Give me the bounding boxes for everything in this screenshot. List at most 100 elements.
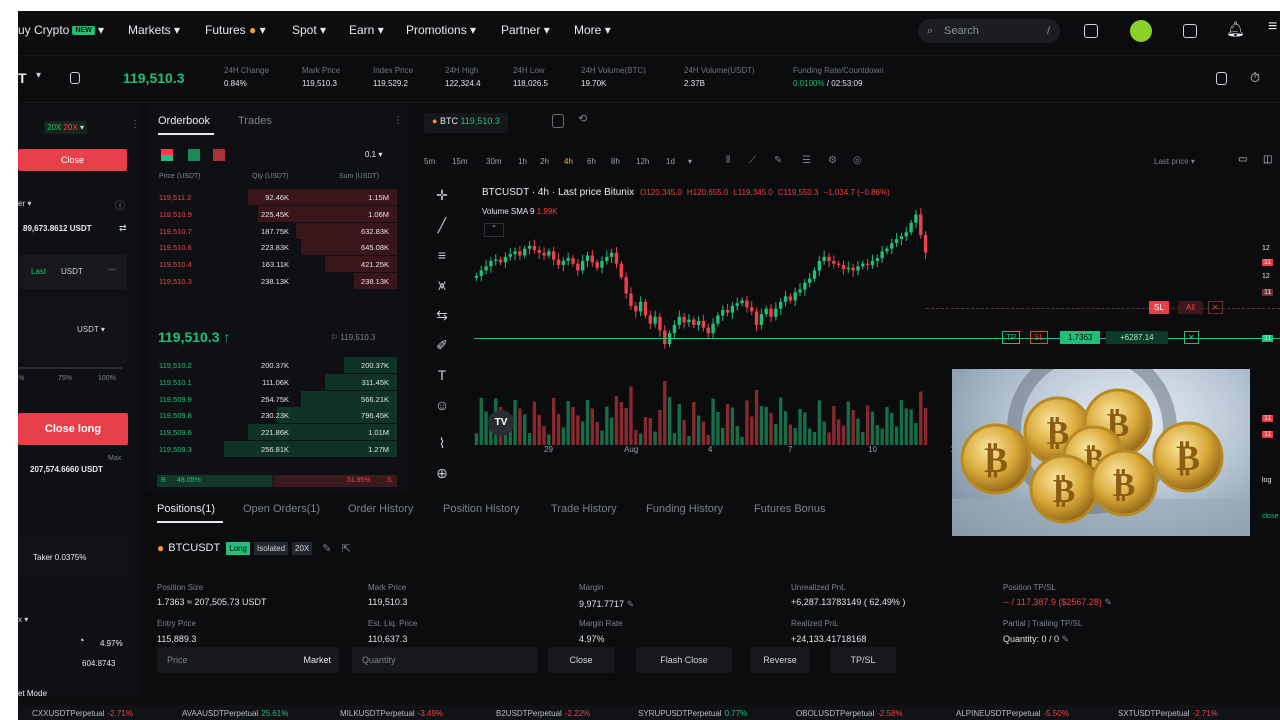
slider-mark[interactable]: 75% bbox=[58, 375, 72, 382]
panel-toggle-icon[interactable]: ◫ bbox=[1263, 154, 1272, 165]
calculator-icon[interactable] bbox=[1216, 72, 1227, 85]
ask-row[interactable]: 119,510.9 225.45K 1.06M bbox=[157, 205, 397, 222]
book-asks-icon[interactable] bbox=[213, 149, 225, 161]
candle-type-icon[interactable]: ⫴ bbox=[726, 155, 730, 166]
margin-mode[interactable]: et Mode bbox=[18, 689, 47, 698]
chevron-down-icon[interactable]: ▾ bbox=[36, 70, 41, 81]
nav-earn[interactable]: Earn ▾ bbox=[349, 23, 384, 37]
tab-position-history[interactable]: Position History bbox=[443, 503, 519, 515]
ticker-item[interactable]: SXTUSDTPerpetual -2.71% bbox=[1118, 709, 1218, 718]
more-vertical-icon[interactable]: ⋮ bbox=[393, 115, 403, 126]
avatar[interactable] bbox=[1130, 20, 1152, 42]
tf-12h[interactable]: 12h bbox=[636, 157, 649, 166]
close-tab-button[interactable]: Close bbox=[18, 149, 127, 171]
bid-row[interactable]: 119,509.3 256.81K 1.27M bbox=[157, 441, 397, 457]
search-input[interactable]: ⌕ Search / bbox=[918, 19, 1060, 43]
tab-order-history[interactable]: Order History bbox=[348, 503, 413, 515]
sl-button[interactable]: SL bbox=[1030, 331, 1048, 344]
nav-markets[interactable]: Markets ▾ bbox=[128, 23, 180, 37]
transfer-icon[interactable]: ⇄ bbox=[119, 223, 127, 234]
tf-2h[interactable]: 2h bbox=[540, 157, 549, 166]
tf-1h[interactable]: 1h bbox=[518, 157, 527, 166]
timer-icon[interactable]: ⏱︎ bbox=[1250, 70, 1260, 86]
download-icon[interactable] bbox=[1183, 24, 1197, 38]
screenshot-icon[interactable]: ◎ bbox=[853, 155, 862, 166]
percent-slider[interactable] bbox=[18, 367, 122, 369]
price-input[interactable]: Last USDT — bbox=[18, 255, 127, 289]
edit-icon[interactable]: ✎ bbox=[1062, 634, 1070, 644]
crosshair-icon[interactable]: ✛ bbox=[432, 187, 452, 207]
measure-icon[interactable]: ⇆ bbox=[432, 307, 452, 327]
price-mode-selector[interactable]: Last price ▾ bbox=[1154, 157, 1195, 166]
tab-trades[interactable]: Trades bbox=[238, 115, 272, 127]
ask-row[interactable]: 119,510.7 187.75K 632.83K bbox=[157, 222, 397, 239]
text-icon[interactable]: T bbox=[432, 367, 452, 387]
ticker-item[interactable]: CXXUSDTPerpetual -2.71% bbox=[32, 709, 133, 718]
ask-row[interactable]: 119,510.4 163.11K 421.25K bbox=[157, 256, 397, 273]
edit-icon[interactable]: ✎ bbox=[627, 599, 635, 609]
tab-orderbook[interactable]: Orderbook bbox=[158, 115, 210, 127]
ticker-item[interactable]: AVAAUSDTPerpetual 25.61% bbox=[182, 709, 288, 718]
nav-futures[interactable]: Futures ● ▾ bbox=[205, 23, 266, 37]
market-toggle[interactable]: Market bbox=[303, 647, 331, 673]
settings-icon[interactable]: ⚙︎ bbox=[828, 155, 837, 166]
book-both-icon[interactable] bbox=[161, 149, 173, 161]
reverse-button[interactable]: Reverse bbox=[750, 647, 810, 673]
close-icon[interactable]: ✕ bbox=[1184, 331, 1199, 344]
flash-close-button[interactable]: Flash Close bbox=[636, 647, 732, 673]
order-type-selector[interactable]: er ▾ bbox=[18, 199, 31, 208]
ask-row[interactable]: 119,510.3 238.13K 238.13K bbox=[157, 273, 397, 289]
link-icon[interactable]: ⟲ bbox=[578, 112, 587, 125]
nav-spot[interactable]: Spot ▾ bbox=[292, 23, 326, 37]
chat-icon[interactable]: ▭ bbox=[1238, 154, 1247, 165]
nav-partner[interactable]: Partner ▾ bbox=[501, 23, 550, 37]
info-icon[interactable]: ⓘ bbox=[115, 197, 125, 212]
tf-15m[interactable]: 15m bbox=[452, 157, 468, 166]
bid-row[interactable]: 119,509.8 230.23K 796.45K bbox=[157, 407, 397, 424]
tf-30m[interactable]: 30m bbox=[486, 157, 502, 166]
zoom-in-icon[interactable]: ⊕ bbox=[432, 465, 452, 485]
book-bids-icon[interactable] bbox=[188, 149, 200, 161]
close-quantity-input[interactable]: Quantity bbox=[352, 647, 538, 673]
pattern-icon[interactable]: ⩙ bbox=[432, 277, 452, 297]
tf-4h[interactable]: 4h bbox=[564, 157, 573, 166]
layout-icon[interactable] bbox=[552, 114, 564, 128]
clipboard-icon[interactable] bbox=[70, 72, 80, 84]
list-icon[interactable]: ☰ bbox=[802, 155, 811, 166]
symbol-name[interactable]: T bbox=[18, 70, 27, 86]
position-pnl-badge[interactable]: +6287.14 bbox=[1106, 331, 1168, 344]
tf-5m[interactable]: 5m bbox=[424, 157, 435, 166]
tab-futures-bonus[interactable]: Futures Bonus bbox=[754, 503, 826, 515]
bid-row[interactable]: 119,510.1 111.06K 311.45K bbox=[157, 373, 397, 390]
quantity-input[interactable]: USDT ▾ bbox=[18, 297, 127, 363]
close-price-input[interactable]: Price Market bbox=[157, 647, 339, 673]
more-vertical-icon[interactable]: ⋮ bbox=[130, 119, 140, 130]
tf-1d[interactable]: 1d bbox=[666, 157, 675, 166]
close-icon[interactable]: ✕ bbox=[1208, 301, 1223, 314]
tab-open-orders[interactable]: Open Orders(1) bbox=[243, 503, 320, 515]
position-qty-badge[interactable]: 1.7363 bbox=[1060, 331, 1101, 344]
nav-buy-crypto[interactable]: uy Crypto NEW ▾ bbox=[18, 23, 104, 37]
fib-icon[interactable]: ≡ bbox=[432, 247, 452, 267]
tab-funding-history[interactable]: Funding History bbox=[646, 503, 723, 515]
ask-row[interactable]: 119,510.6 223.83K 645.08K bbox=[157, 239, 397, 256]
candlestick-chart[interactable] bbox=[474, 195, 928, 449]
close-position-button[interactable]: Close bbox=[548, 647, 614, 673]
tpsl-button[interactable]: TP/SL bbox=[830, 647, 896, 673]
ticker-item[interactable]: OBOLUSDTPerpetual -2.58% bbox=[796, 709, 903, 718]
account-selector[interactable]: x ▾ bbox=[18, 615, 28, 624]
close-long-button[interactable]: Close long bbox=[18, 413, 128, 445]
ticker-item[interactable]: SYRUPUSDTPerpetual 0.77% bbox=[638, 709, 747, 718]
sl-qty-badge[interactable]: All bbox=[1178, 301, 1203, 314]
chart-symbol-tab[interactable]: ● BTC 119,510.3 bbox=[424, 113, 508, 133]
bid-row[interactable]: 119,510.2 200.37K 200.37K bbox=[157, 357, 397, 373]
draw-icon[interactable]: ✎ bbox=[774, 155, 782, 166]
emoji-icon[interactable]: ☺ bbox=[432, 397, 452, 417]
nav-more[interactable]: More ▾ bbox=[574, 23, 611, 37]
leverage-selector[interactable]: 20X 20X ▾ bbox=[44, 121, 87, 134]
quantity-unit-selector[interactable]: USDT ▾ bbox=[77, 325, 105, 334]
bid-row[interactable]: 119,509.9 254.75K 566.21K bbox=[157, 390, 397, 407]
trend-line-icon[interactable]: ╱ bbox=[432, 217, 452, 237]
tf-8h[interactable]: 8h bbox=[611, 157, 620, 166]
ask-row[interactable]: 119,511.2 92.46K 1.15M bbox=[157, 189, 397, 205]
